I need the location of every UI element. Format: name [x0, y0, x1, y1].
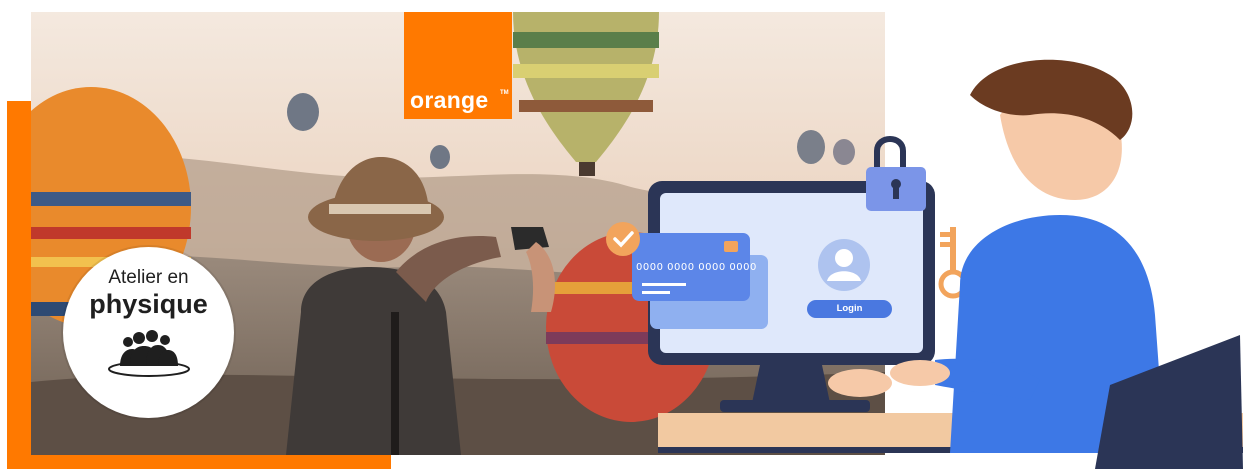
check-circle-icon	[606, 222, 640, 256]
user-avatar-icon	[818, 239, 870, 291]
card-number: 0000 0000 0000 0000	[636, 262, 757, 273]
badge-line2: physique	[89, 289, 208, 319]
orange-logo: orange TM	[404, 12, 512, 119]
logo-text: orange	[410, 87, 489, 113]
orange-frame-left	[7, 101, 31, 469]
padlock-icon	[866, 136, 926, 211]
orange-frame-bottom	[7, 453, 391, 469]
login-button[interactable]: Login	[807, 300, 892, 318]
atelier-badge: Atelier en physique	[63, 247, 234, 418]
badge-line1: Atelier en	[108, 267, 189, 288]
group-people-icon	[108, 330, 190, 377]
logo-trademark: TM	[500, 90, 509, 96]
